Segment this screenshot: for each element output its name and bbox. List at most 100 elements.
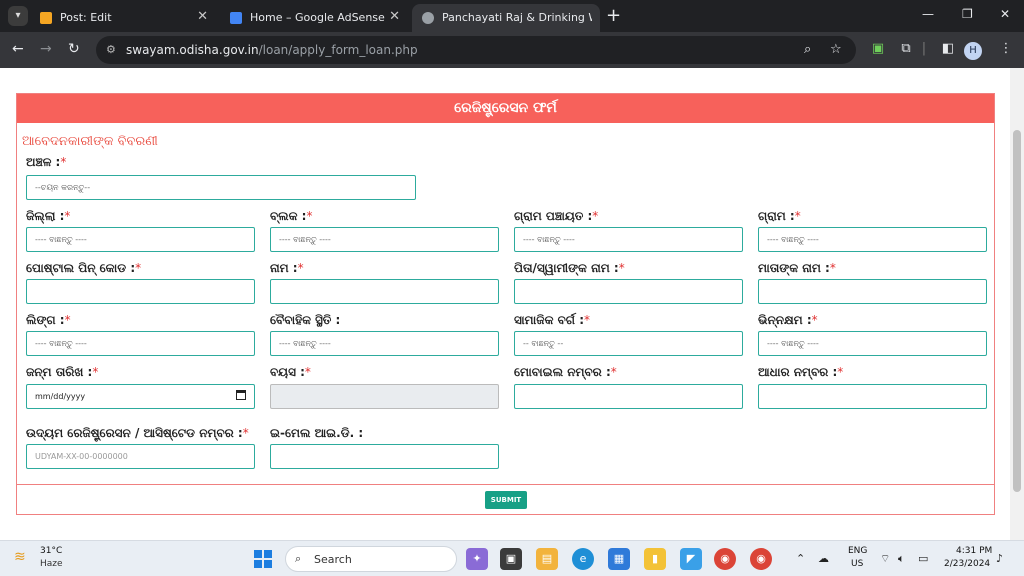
clock-time[interactable]: 4:31 PM	[956, 546, 992, 556]
extension-green-icon[interactable]: ▣	[870, 41, 886, 57]
tab-post-edit[interactable]: Post: Edit ✕	[30, 4, 218, 32]
father-name-label: ପିତା/ସ୍ୱାମୀଙ୍କ ନାମ :*	[514, 261, 625, 275]
form-header: ରେଜିଷ୍ଟ୍ରେସନ ଫର୍ମ	[17, 94, 994, 123]
copilot-icon[interactable]: ✦	[466, 548, 488, 570]
gram-panchayat-select[interactable]: ---- ବାଛନ୍ତୁ ----	[514, 227, 743, 252]
aadhaar-input[interactable]	[758, 384, 987, 409]
battery-icon[interactable]: ▭	[918, 552, 928, 565]
father-name-input[interactable]	[514, 279, 743, 304]
volume-icon[interactable]: 🔈︎	[898, 552, 905, 566]
district-label: ଜିଲ୍ଲା :*	[26, 209, 71, 223]
submit-button[interactable]: SUBMIT	[485, 491, 527, 509]
tab-panchayati-raj[interactable]: Panchayati Raj & Drinking Wate	[412, 4, 600, 32]
village-label: ଗ୍ରାମ :*	[758, 209, 801, 223]
social-category-select[interactable]: -- ବାଛନ୍ତୁ --	[514, 331, 743, 356]
age-input	[270, 384, 499, 409]
windows-start-icon[interactable]	[254, 550, 272, 568]
chrome-icon[interactable]: ◉	[714, 548, 736, 570]
restore-icon[interactable]: ❐	[962, 7, 973, 21]
area-select[interactable]: --ଚୟନ କରନ୍ତୁ--	[26, 175, 416, 200]
globe-icon	[422, 12, 434, 24]
aadhaar-label: ଆଧାର ନମ୍ବର :*	[758, 365, 844, 379]
close-window-icon[interactable]: ✕	[1000, 7, 1010, 21]
chevron-up-icon[interactable]: ⌃	[796, 552, 805, 565]
extensions-puzzle-icon[interactable]: ⧉	[898, 41, 914, 57]
close-tab-icon[interactable]: ✕	[389, 9, 400, 24]
search-icon: ⌕	[295, 552, 302, 565]
district-select[interactable]: ---- ବାଛନ୍ତୁ ----	[26, 227, 255, 252]
taskbar-search[interactable]: ⌕ Search	[285, 546, 457, 572]
url-text[interactable]: swayam.odisha.gov.in/loan/apply_form_loa…	[126, 43, 418, 57]
minimize-icon[interactable]: —	[922, 7, 934, 21]
language-region[interactable]: US	[851, 559, 863, 569]
pin-code-label: ପୋଷ୍ଟାଲ ପିନ୍ କୋଡ :*	[26, 261, 142, 275]
chrome-menu-icon[interactable]: ⋮	[998, 41, 1014, 57]
reload-icon[interactable]: ↻	[68, 41, 80, 57]
onedrive-cloud-icon[interactable]: ☁	[818, 552, 829, 565]
mobile-label: ମୋବାଇଲ ନମ୍ବର :*	[514, 365, 617, 379]
new-tab-icon[interactable]: +	[606, 5, 621, 26]
site-info-icon[interactable]: ⚙	[106, 43, 116, 56]
registration-form: ରେଜିଷ୍ଟ୍ରେସନ ଫର୍ମ ଆବେଦନକାରୀଙ୍କ ବିବରଣୀ ଅଞ…	[16, 93, 995, 515]
udyam-label: ଉଦ୍ୟମ ରେଜିଷ୍ଟ୍ରେସନ / ଆସିଷ୍ଟେଡ ନମ୍ବର :*	[26, 426, 249, 440]
marital-status-select[interactable]: ---- ବାଛନ୍ତୁ ----	[270, 331, 499, 356]
mother-name-label: ମାତାଙ୍କ ନାମ :*	[758, 261, 836, 275]
flutter-icon[interactable]: ◤	[680, 548, 702, 570]
task-view-icon[interactable]: ▣	[500, 548, 522, 570]
notes-app-icon[interactable]: ▮	[644, 548, 666, 570]
name-input[interactable]	[270, 279, 499, 304]
tab-adsense[interactable]: Home – Google AdSense ✕	[220, 4, 410, 32]
udyam-input[interactable]: UDYAM-XX-00-0000000	[26, 444, 255, 469]
zoom-icon[interactable]: ⌕	[804, 42, 811, 57]
email-label: ଇ-ମେଲ ଆଇ.ଡି. :	[270, 426, 364, 440]
gender-select[interactable]: ---- ବାଛନ୍ତୁ ----	[26, 331, 255, 356]
chrome-profile-icon[interactable]: ◉	[750, 548, 772, 570]
block-select[interactable]: ---- ବାଛନ୍ତୁ ----	[270, 227, 499, 252]
disability-label: ଭିନ୍ନକ୍ଷମ :*	[758, 313, 818, 327]
page-scrollbar[interactable]	[1010, 68, 1024, 540]
bookmark-star-icon[interactable]: ☆	[830, 42, 842, 57]
haze-weather-icon[interactable]: ≋	[14, 549, 34, 565]
clock-date[interactable]: 2/23/2024	[944, 559, 990, 569]
edge-icon[interactable]: e	[572, 548, 594, 570]
side-panel-icon[interactable]: ◧	[940, 41, 956, 57]
weather-description[interactable]: Haze	[40, 559, 63, 569]
language-indicator[interactable]: ENG	[848, 546, 867, 556]
village-select[interactable]: ---- ବାଛନ୍ତୁ ----	[758, 227, 987, 252]
email-input[interactable]	[270, 444, 499, 469]
tab-search-icon[interactable]: ▾	[8, 6, 28, 26]
weather-temperature[interactable]: 31°C	[40, 546, 62, 556]
toolbar-divider: |	[921, 41, 927, 56]
social-category-label: ସାମାଜିକ ବର୍ଗ :*	[514, 313, 590, 327]
area-label: ଅଞ୍ଚଳ :*	[26, 155, 67, 169]
name-label: ନାମ :*	[270, 261, 304, 275]
pin-code-input[interactable]	[26, 279, 255, 304]
blogger-icon	[40, 12, 52, 24]
browser-tab-strip: ▾ Post: Edit ✕ Home – Google AdSense ✕ P…	[0, 0, 1024, 32]
dob-input[interactable]: mm/dd/yyyy	[26, 384, 255, 409]
marital-status-label: ବୈବାହିକ ସ୍ଥିତି :	[270, 313, 341, 327]
notification-bell-icon[interactable]: ♪	[996, 552, 1003, 565]
windows-taskbar: ≋ 31°C Haze ⌕ Search ✦ ▣ ▤ e ▦ ▮ ◤ ◉ ◉ ⌃…	[0, 540, 1024, 576]
form-footer-divider	[17, 484, 994, 485]
calendar-icon[interactable]	[236, 390, 246, 400]
profile-avatar[interactable]: H	[964, 42, 982, 60]
dob-label: ଜନ୍ମ ତାରିଖ :*	[26, 365, 99, 379]
file-explorer-icon[interactable]: ▤	[536, 548, 558, 570]
forward-icon[interactable]: →	[40, 41, 52, 57]
close-tab-icon[interactable]: ✕	[197, 9, 208, 24]
adsense-icon	[230, 12, 242, 24]
browser-toolbar: ← → ↻ ⚙ swayam.odisha.gov.in/loan/apply_…	[0, 32, 1024, 68]
back-icon[interactable]: ←	[12, 41, 24, 57]
address-bar[interactable]: ⚙ swayam.odisha.gov.in/loan/apply_form_l…	[96, 36, 856, 64]
store-icon[interactable]: ▦	[608, 548, 630, 570]
scrollbar-thumb[interactable]	[1013, 130, 1021, 492]
mobile-input[interactable]	[514, 384, 743, 409]
mother-name-input[interactable]	[758, 279, 987, 304]
gram-panchayat-label: ଗ୍ରାମ ପଞ୍ଚାୟତ :*	[514, 209, 599, 223]
disability-select[interactable]: ---- ବାଛନ୍ତୁ ----	[758, 331, 987, 356]
wifi-icon[interactable]: ⌔	[880, 552, 890, 566]
gender-label: ଲିଙ୍ଗ :*	[26, 313, 71, 327]
page-viewport: ରେଜିଷ୍ଟ୍ରେସନ ଫର୍ମ ଆବେଦନକାରୀଙ୍କ ବିବରଣୀ ଅଞ…	[0, 68, 1024, 540]
age-label: ବୟସ :*	[270, 365, 311, 379]
